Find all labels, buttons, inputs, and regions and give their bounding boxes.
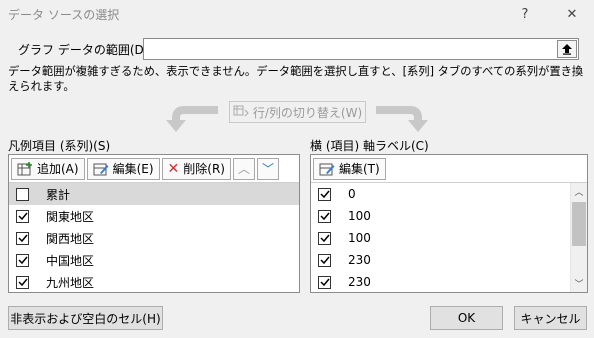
checkbox[interactable] [318,209,331,223]
list-item-label: 累計 [46,187,71,202]
close-icon: ✕ [566,6,578,22]
checkbox[interactable] [16,275,29,289]
add-series-button[interactable]: 追加(A) [11,157,85,180]
chevron-down-icon: ﹀ [261,162,274,176]
checkbox[interactable] [16,231,29,245]
edit-axis-label: 編集(T) [339,162,380,176]
checkbox[interactable] [16,253,29,267]
left-arrow-icon [166,106,218,132]
delete-icon: ✕ [167,160,180,177]
close-button[interactable]: ✕ [559,2,585,26]
help-icon: ? [521,6,529,22]
ok-label: OK [457,311,476,325]
list-item[interactable]: 関西地区 [9,227,299,249]
axis-list-area: 0 100 100 230 230 ︿ ﹀ [311,183,587,292]
edit-series-label: 編集(E) [112,162,154,176]
cancel-label: キャンセル [520,311,581,326]
series-list: 累計関東地区関西地区中国地区九州地区 [9,183,299,293]
list-item[interactable]: 累計 [9,183,299,205]
list-item[interactable]: 230 [311,249,570,271]
switch-icon [233,105,249,117]
scroll-thumb[interactable] [572,202,586,246]
switch-label: 行/列の切り替え(W) [252,105,363,120]
checkbox[interactable] [16,209,29,223]
chevron-up-icon: ︿ [237,162,250,176]
checkbox[interactable] [16,187,29,201]
list-item-label: 0 [348,187,356,201]
collapse-range-icon [562,44,572,55]
list-item-label: 九州地区 [46,275,95,290]
series-toolbar: 追加(A) 編集(E) ✕ 削除(R) ︿ ﹀ [9,155,299,183]
checkbox[interactable] [318,187,331,201]
collapse-range-button[interactable] [557,40,577,58]
move-down-button[interactable]: ﹀ [256,157,279,180]
axis-scrollbar[interactable]: ︿ ﹀ [570,183,587,292]
delete-series-button[interactable]: ✕ 削除(R) [161,157,231,180]
edit-icon [319,163,335,175]
edit-icon [93,163,109,175]
list-item-label: 中国地区 [46,253,95,268]
scroll-up-icon[interactable]: ︿ [571,183,587,200]
list-item-label: 100 [348,209,371,223]
move-up-button[interactable]: ︿ [232,157,255,180]
list-item[interactable]: 関東地区 [9,205,299,227]
list-item-label: 230 [348,253,371,267]
list-item[interactable]: 中国地区 [9,249,299,271]
scroll-down-icon[interactable]: ﹀ [571,275,587,292]
list-item-label: 230 [348,275,371,289]
axis-panel-label: 横 (項目) 軸ラベル(C) [310,139,429,153]
series-panel-label: 凡例項目 (系列)(S) [8,139,111,153]
checkbox[interactable] [318,275,331,289]
edit-series-button[interactable]: 編集(E) [86,157,160,180]
list-item[interactable]: 九州地区 [9,271,299,293]
range-label: グラフ データの範囲(D): [18,43,153,57]
hidden-empty-cells-button[interactable]: 非表示および空白のセル(H) [8,306,163,330]
complex-range-message: データ範囲が複雑すぎるため、表示できません。データ範囲を選択し直すと、[系列] … [8,65,584,93]
range-input[interactable] [143,38,579,60]
list-item-label: 関西地区 [46,231,95,246]
window-title: データ ソースの選択 [8,8,120,22]
ok-button[interactable]: OK [430,306,503,330]
list-item[interactable]: 100 [311,205,570,227]
series-panel: 追加(A) 編集(E) ✕ 削除(R) ︿ ﹀ 累計関東地区関西地区中国地区九州… [8,154,300,293]
axis-panel: 編集(T) 0 100 100 230 230 ︿ ﹀ [310,154,588,293]
right-arrow-icon [376,106,428,132]
cancel-button[interactable]: キャンセル [514,306,587,330]
add-icon [17,161,32,175]
list-item[interactable]: 100 [311,227,570,249]
list-item[interactable]: 0 [311,183,570,205]
list-item[interactable]: 230 [311,271,570,293]
axis-list: 0 100 100 230 230 [311,183,570,293]
hidden-empty-cells-label: 非表示および空白のセル(H) [10,311,161,326]
switch-row-column-button[interactable]: 行/列の切り替え(W) [229,101,366,123]
edit-axis-button[interactable]: 編集(T) [313,157,386,180]
add-series-label: 追加(A) [37,162,79,176]
list-item-label: 関東地区 [46,209,95,224]
checkbox[interactable] [318,231,331,245]
checkbox[interactable] [318,253,331,267]
help-button[interactable]: ? [512,2,538,26]
delete-series-label: 削除(R) [183,162,225,176]
list-item-label: 100 [348,231,371,245]
axis-toolbar: 編集(T) [311,155,587,183]
